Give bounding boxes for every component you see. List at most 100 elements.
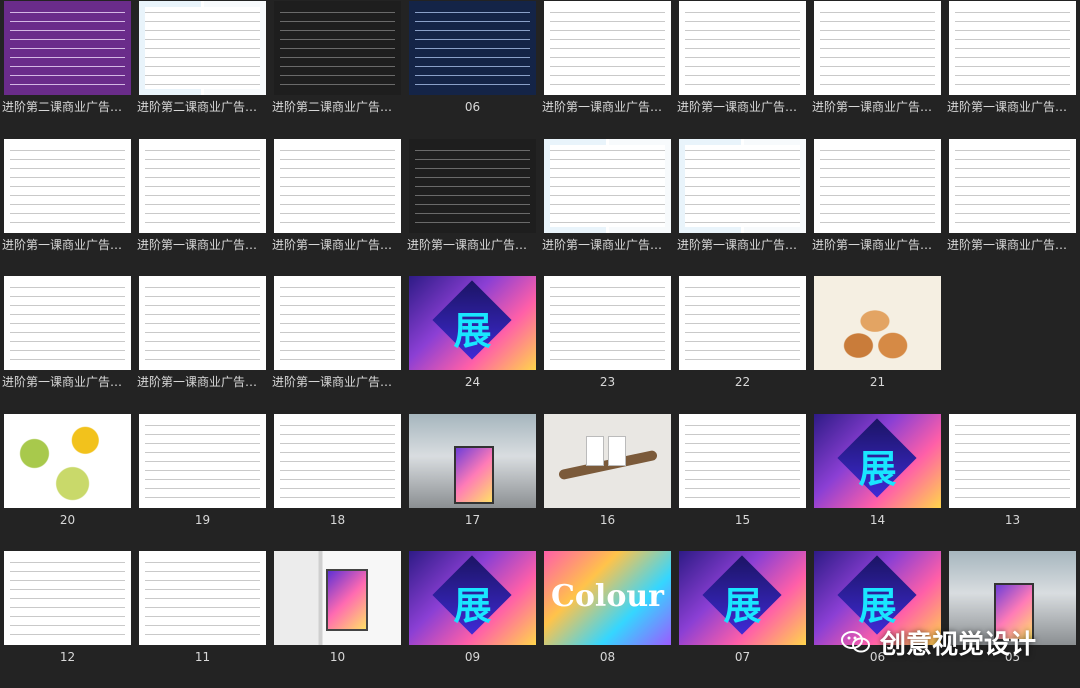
thumbnail-item[interactable]: 进阶第一课商业广告…	[135, 138, 270, 276]
thumbnail-label: 进阶第一课商业广告…	[542, 100, 663, 114]
thumbnail-item[interactable]: 进阶第一课商业广告…	[270, 275, 405, 413]
document-text-lines	[145, 557, 260, 640]
thumbnail-image[interactable]: 展	[409, 551, 536, 646]
thumbnail-image[interactable]	[814, 138, 941, 233]
thumbnail-image[interactable]	[679, 1, 806, 95]
thumbnail-item[interactable]: 23	[540, 275, 675, 413]
thumbnail-item[interactable]: 进阶第一课商业广告…	[270, 138, 405, 276]
thumbnail-item[interactable]: 展 14	[810, 413, 945, 551]
thumbnail-item[interactable]: 进阶第一课商业广告…	[0, 275, 135, 413]
thumbnail-item[interactable]: 进阶第一课商业广告…	[675, 0, 810, 138]
thumbnail-image[interactable]	[409, 413, 536, 508]
thumbnail-item[interactable]: 进阶第一课商业广告…	[135, 275, 270, 413]
thumbnail-image[interactable]	[679, 138, 806, 233]
thumbnail-item[interactable]	[945, 275, 1080, 413]
thumbnail-image[interactable]: 展	[814, 413, 941, 508]
document-text-lines	[955, 144, 1070, 227]
thumbnail-image[interactable]	[4, 276, 131, 371]
thumbnail-image[interactable]	[4, 138, 131, 233]
thumbnail-image[interactable]	[409, 1, 536, 95]
thumbnail-image[interactable]	[679, 413, 806, 508]
thumbnail-item[interactable]: 11	[135, 550, 270, 688]
thumbnail-image[interactable]	[139, 276, 266, 371]
document-text-lines	[550, 144, 665, 227]
thumbnail-item[interactable]: 进阶第一课商业广告…	[0, 138, 135, 276]
thumbnail-item[interactable]: 06	[405, 0, 540, 138]
document-text-lines	[10, 282, 125, 365]
thumbnail-item[interactable]: 进阶第一课商业广告…	[810, 138, 945, 276]
thumbnail-image[interactable]	[4, 551, 131, 646]
thumbnail-item[interactable]: 进阶第一课商业广告…	[405, 138, 540, 276]
thumbnail-label: 进阶第一课商业广告…	[137, 237, 258, 252]
thumbnail-item[interactable]: 进阶第一课商业广告…	[540, 138, 675, 276]
interior-frame	[326, 569, 368, 632]
thumbnail-image[interactable]	[679, 276, 806, 371]
thumbnail-item[interactable]: 15	[675, 413, 810, 551]
poster-glyph: 展	[723, 584, 762, 629]
thumbnail-item[interactable]: 进阶第二课商业广告…	[0, 0, 135, 138]
thumbnail-label: 18	[329, 512, 346, 527]
thumbnail-image[interactable]	[274, 1, 401, 95]
thumbnail-image[interactable]	[949, 138, 1076, 233]
document-text-lines	[415, 7, 530, 89]
thumbnail-item[interactable]: 18	[270, 413, 405, 551]
thumbnail-image[interactable]	[274, 138, 401, 233]
thumbnail-item[interactable]: 展 09	[405, 550, 540, 688]
thumbnail-item[interactable]: 19	[135, 413, 270, 551]
thumbnail-image[interactable]	[139, 1, 266, 95]
thumbnail-image[interactable]	[949, 1, 1076, 95]
photo-board	[454, 445, 494, 504]
thumbnail-item[interactable]: 进阶第一课商业广告…	[675, 138, 810, 276]
thumbnail-image[interactable]	[4, 413, 131, 508]
thumbnail-item[interactable]: 进阶第一课商业广告…	[945, 0, 1080, 138]
poster-glyph: 展	[858, 446, 897, 491]
thumbnail-item[interactable]: 20	[0, 413, 135, 551]
thumbnail-image[interactable]: 展	[679, 551, 806, 646]
thumbnail-image[interactable]	[544, 413, 671, 508]
document-text-lines	[685, 419, 800, 502]
thumbnail-image[interactable]: 展	[409, 276, 536, 371]
thumbnail-item[interactable]: 展 24	[405, 275, 540, 413]
thumbnail-label: 23	[599, 375, 616, 390]
thumbnail-item[interactable]: Colour 08	[540, 550, 675, 688]
thumbnail-label: 17	[464, 512, 481, 527]
thumbnail-image[interactable]	[4, 1, 131, 95]
thumbnail-item[interactable]: 10	[270, 550, 405, 688]
thumbnail-label: 20	[59, 512, 76, 527]
thumbnail-item[interactable]: 进阶第一课商业广告…	[945, 138, 1080, 276]
thumbnail-item[interactable]: 展 07	[675, 550, 810, 688]
thumbnail-image[interactable]	[274, 551, 401, 646]
thumbnail-image[interactable]	[544, 276, 671, 371]
thumbnail-image[interactable]	[274, 276, 401, 371]
thumbnail-image[interactable]	[274, 413, 401, 508]
thumbnail-image[interactable]	[139, 413, 266, 508]
thumbnail-image[interactable]	[139, 138, 266, 233]
thumbnail-item[interactable]: 12	[0, 550, 135, 688]
thumbnail-label: 进阶第二课商业广告…	[2, 100, 123, 114]
document-text-lines	[280, 419, 395, 502]
poster-glyph: 展	[453, 584, 492, 629]
thumbnail-item[interactable]: 22	[675, 275, 810, 413]
thumbnail-image[interactable]	[544, 1, 671, 95]
thumbnail-image[interactable]	[409, 138, 536, 233]
thumbnail-label: 16	[599, 512, 616, 527]
thumbnail-item[interactable]: 进阶第二课商业广告…	[270, 0, 405, 138]
craft-tag	[586, 435, 604, 466]
thumbnail-image[interactable]	[544, 138, 671, 233]
thumbnail-item[interactable]: 进阶第一课商业广告…	[810, 0, 945, 138]
thumbnail-item[interactable]: 13	[945, 413, 1080, 551]
thumbnail-item[interactable]: 17	[405, 413, 540, 551]
thumbnail-image[interactable]	[949, 413, 1076, 508]
thumbnail-item[interactable]: 进阶第二课商业广告…	[135, 0, 270, 138]
thumbnail-item[interactable]: 21	[810, 275, 945, 413]
thumbnail-image[interactable]: Colour	[544, 551, 671, 646]
thumbnail-image[interactable]	[814, 1, 941, 95]
document-text-lines	[145, 282, 260, 365]
thumbnail-image[interactable]	[139, 551, 266, 646]
document-text-lines	[10, 7, 125, 89]
thumbnail-label: 13	[1004, 512, 1021, 527]
thumbnail-item[interactable]: 16	[540, 413, 675, 551]
thumbnail-item[interactable]: 进阶第一课商业广告…	[540, 0, 675, 138]
thumbnail-image[interactable]	[814, 276, 941, 371]
document-text-lines	[415, 144, 530, 227]
